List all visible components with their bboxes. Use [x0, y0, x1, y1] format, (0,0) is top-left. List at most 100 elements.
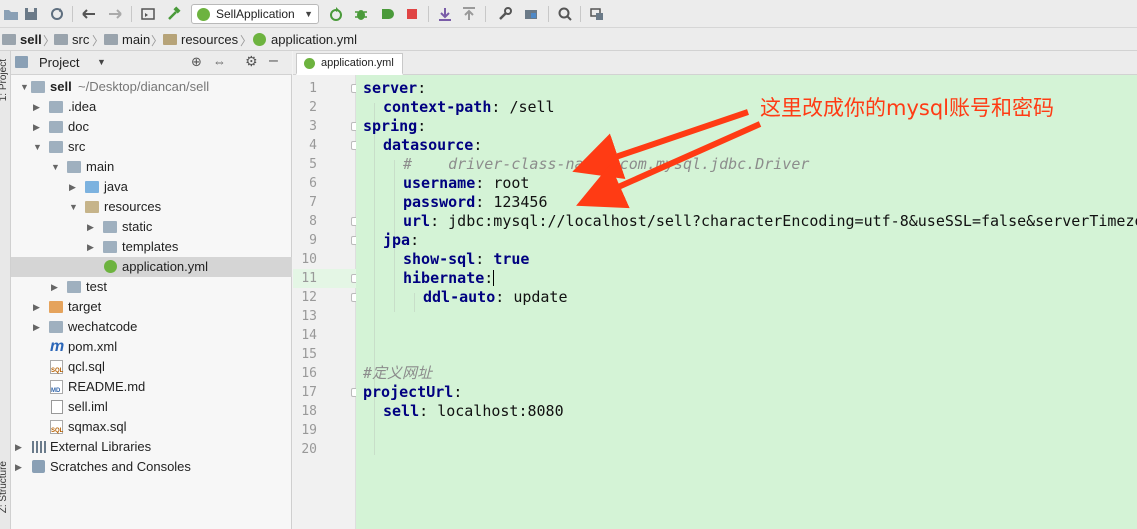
- vcs-commit-icon[interactable]: [460, 5, 478, 23]
- tree-item-qcl-sql[interactable]: SQL qcl.sql: [11, 357, 292, 377]
- yaml-key: show-sql: [403, 250, 476, 268]
- tool-window-strip: 1: Project Z: Structure: [0, 51, 11, 529]
- tree-item-target[interactable]: ▶ target: [11, 297, 292, 317]
- code-line: #定义网址: [363, 364, 432, 383]
- collapsed-arrow-icon[interactable]: ▶: [15, 457, 22, 477]
- expanded-arrow-icon[interactable]: ▼: [33, 137, 42, 157]
- collapsed-arrow-icon[interactable]: ▶: [51, 277, 58, 297]
- locate-target-icon[interactable]: ⊕: [191, 54, 202, 70]
- text-caret: [493, 270, 495, 286]
- yaml-separator: :: [410, 231, 420, 249]
- debug-bug-icon[interactable]: [352, 5, 370, 23]
- folder-icon: [49, 321, 63, 333]
- line-number: 17: [301, 385, 317, 400]
- stop-icon[interactable]: [403, 5, 421, 23]
- collapse-all-icon[interactable]: ⇔: [213, 54, 226, 69]
- sync-icon[interactable]: [48, 5, 66, 23]
- tab-application-yml[interactable]: application.yml: [296, 53, 403, 75]
- project-tool-tab[interactable]: 1: Project: [0, 59, 9, 101]
- tree-item-label: README.md: [68, 379, 146, 394]
- code-line: # driver-class-name: com.mysql.jdbc.Driv…: [403, 155, 809, 174]
- chevron-down-icon[interactable]: ▼: [97, 57, 106, 67]
- tree-item-idea[interactable]: ▶ .idea: [11, 97, 292, 117]
- tree-item-readme[interactable]: MD README.md: [11, 377, 292, 397]
- tree-item-sqmax-sql[interactable]: SQL sqmax.sql: [11, 417, 292, 437]
- hide-panel-icon[interactable]: –: [269, 52, 278, 70]
- tree-item-src[interactable]: ▼ src: [11, 137, 292, 157]
- run-configuration-label: SellApplication: [216, 7, 295, 21]
- terminal-icon[interactable]: [588, 5, 606, 23]
- tree-item-java[interactable]: ▶ java: [11, 177, 292, 197]
- collapsed-arrow-icon[interactable]: ▶: [33, 297, 40, 317]
- folder-icon: [67, 281, 81, 293]
- yaml-separator: :: [430, 212, 449, 230]
- code-line: projectUrl:: [363, 383, 462, 402]
- expanded-arrow-icon[interactable]: ▼: [20, 77, 29, 97]
- project-view-selector[interactable]: Project: [39, 55, 79, 70]
- tree-item-test[interactable]: ▶ test: [11, 277, 292, 297]
- tree-item-resources[interactable]: ▼ resources: [11, 197, 292, 217]
- tree-item-static[interactable]: ▶ static: [11, 217, 292, 237]
- iml-file-icon: [51, 400, 63, 414]
- run-configuration-selector[interactable]: SellApplication ▼: [191, 4, 319, 24]
- collapsed-arrow-icon[interactable]: ▶: [87, 217, 94, 237]
- gear-icon[interactable]: ⚙: [245, 53, 258, 70]
- coverage-icon[interactable]: [378, 5, 396, 23]
- project-panel-header: Project ▼ ⊕ ⇔ ⚙ –: [11, 51, 292, 75]
- collapsed-arrow-icon[interactable]: ▶: [33, 117, 40, 137]
- back-arrow-icon[interactable]: [80, 5, 98, 23]
- code-line: context-path: /sell: [383, 98, 555, 117]
- yaml-value: update: [513, 288, 568, 306]
- tree-item-label: target: [68, 299, 102, 314]
- tree-item-pom-xml[interactable]: m pom.xml: [11, 337, 292, 357]
- breadcrumb-item-main[interactable]: main: [104, 32, 150, 48]
- search-icon[interactable]: [556, 5, 574, 23]
- breadcrumb-item-sell[interactable]: sell: [2, 32, 42, 48]
- collapsed-arrow-icon[interactable]: ▶: [33, 317, 40, 337]
- open-folder-icon[interactable]: [2, 5, 20, 23]
- vcs-update-icon[interactable]: [436, 5, 454, 23]
- tree-item-sell-iml[interactable]: sell.iml: [11, 397, 292, 417]
- collapsed-arrow-icon[interactable]: ▶: [87, 237, 94, 257]
- structure-tool-tab[interactable]: Z: Structure: [0, 461, 9, 513]
- collapsed-arrow-icon[interactable]: ▶: [15, 437, 22, 457]
- collapsed-arrow-icon[interactable]: ▶: [33, 97, 40, 117]
- run-window-icon[interactable]: [139, 5, 157, 23]
- tree-item-main[interactable]: ▼ main: [11, 157, 292, 177]
- collapsed-arrow-icon[interactable]: ▶: [69, 177, 76, 197]
- expanded-arrow-icon[interactable]: ▼: [69, 197, 78, 217]
- tree-item-wechatcode[interactable]: ▶ wechatcode: [11, 317, 292, 337]
- breadcrumb-item-application-yml[interactable]: application.yml: [253, 32, 357, 48]
- forward-arrow-icon[interactable]: [106, 5, 124, 23]
- expanded-arrow-icon[interactable]: ▼: [51, 157, 60, 177]
- code-line: username: root: [403, 174, 529, 193]
- tree-item-external-libraries[interactable]: ▶ External Libraries: [11, 437, 292, 457]
- tree-item-label: pom.xml: [68, 339, 118, 354]
- spring-yml-icon: [304, 58, 315, 69]
- line-number: 12: [301, 290, 317, 305]
- rerun-icon[interactable]: [327, 5, 345, 23]
- tree-item-templates[interactable]: ▶ templates: [11, 237, 292, 257]
- code-editor[interactable]: server: context-path: /sell spring: datasou…: [356, 75, 1137, 529]
- project-view-icon: [15, 56, 28, 68]
- sql-file-icon: SQL: [50, 420, 63, 434]
- tree-item-application-yml[interactable]: application.yml: [11, 257, 292, 277]
- settings-wrench-icon[interactable]: [496, 5, 514, 23]
- yaml-separator: :: [473, 136, 483, 154]
- save-icon[interactable]: [22, 5, 40, 23]
- build-hammer-icon[interactable]: [165, 5, 183, 23]
- folder-icon: [49, 141, 63, 153]
- tree-item-sell[interactable]: ▼ sell ~/Desktop/diancan/sell: [11, 77, 292, 97]
- breadcrumb-item-src[interactable]: src: [54, 32, 89, 48]
- tree-item-scratches[interactable]: ▶ Scratches and Consoles: [11, 457, 292, 477]
- toolbar-separator: [485, 6, 486, 22]
- tree-item-label: sell.iml: [68, 399, 108, 414]
- chevron-right-icon: 〉: [151, 34, 164, 48]
- sql-file-icon: SQL: [50, 360, 63, 374]
- code-line: show-sql: true: [403, 250, 529, 269]
- tree-item-doc[interactable]: ▶ doc: [11, 117, 292, 137]
- code-comment: # driver-class-name: com.mysql.jdbc.Driv…: [403, 155, 810, 173]
- project-structure-icon[interactable]: [522, 5, 540, 23]
- code-comment: #定义网址: [363, 364, 433, 382]
- breadcrumb-item-resources[interactable]: resources: [163, 32, 238, 48]
